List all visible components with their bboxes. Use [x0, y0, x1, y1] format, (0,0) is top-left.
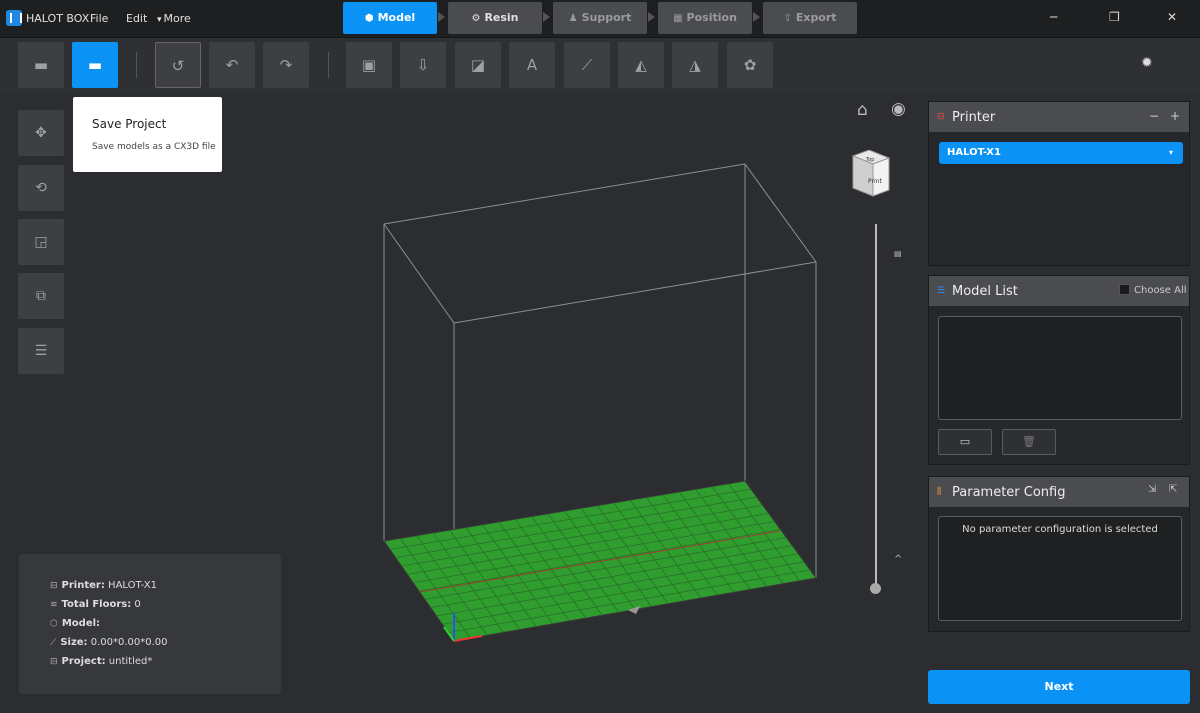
parameter-config-panel: ⫼ Parameter Config ⇲ ⇱ No parameter conf…	[928, 476, 1190, 632]
info-floors-row: ≋ Total Floors: 0	[50, 599, 141, 610]
cube-icon: ⬡	[50, 619, 58, 629]
project-icon: ⊟	[50, 657, 58, 667]
printer-panel-header: ⊟ Printer − +	[929, 102, 1189, 132]
parameter-empty-message: No parameter configuration is selected	[962, 524, 1158, 535]
info-floors-label: Total Floors:	[61, 599, 132, 610]
import-config-icon[interactable]: ⇲	[1148, 484, 1156, 495]
delete-model-button[interactable]: 🗑	[1002, 429, 1056, 455]
layer-top-icon: ▤	[894, 249, 902, 258]
printer-panel: ⊟ Printer − + HALOT-X1 ▾	[928, 101, 1190, 266]
right-panel: ⊟ Printer − + HALOT-X1 ▾ ☰ Model List Cho…	[928, 101, 1190, 632]
info-floors-value: 0	[134, 599, 141, 610]
info-project-row: ⊟ Project: untitled*	[50, 656, 152, 667]
home-icon[interactable]: ⌂	[857, 100, 868, 120]
tooltip: Save Project Save models as a CX3D file	[73, 97, 222, 172]
layers-icon: ≋	[50, 600, 58, 610]
printer-select-value: HALOT-X1	[947, 147, 1001, 158]
info-project-value: untitled*	[108, 656, 153, 667]
viewcube-front-label: Print	[868, 178, 882, 185]
info-model-label: Model:	[61, 618, 101, 629]
info-size-value: 0.00*0.00*0.00	[90, 637, 168, 648]
trash-icon: 🗑	[1022, 435, 1036, 448]
choose-all-label: Choose All	[1134, 285, 1187, 296]
info-model-row: ⬡ Model:	[50, 618, 100, 629]
folder-icon: ▭	[959, 435, 971, 448]
model-list-title: Model List	[952, 284, 1018, 299]
info-printer-row: ⊟ Printer: HALOT-X1	[50, 580, 157, 591]
view-cube[interactable]: Top Print	[849, 150, 893, 198]
tooltip-description: Save models as a CX3D file	[92, 142, 216, 152]
next-button[interactable]: Next	[928, 670, 1190, 704]
parameter-config-header: ⫼ Parameter Config ⇲ ⇱	[929, 477, 1189, 507]
printer-select[interactable]: HALOT-X1 ▾	[939, 142, 1183, 164]
tooltip-title: Save Project	[92, 117, 167, 131]
viewcube-top-label: Top	[865, 157, 874, 163]
printer-icon: ⊟	[50, 581, 58, 591]
eye-icon[interactable]: ◉	[891, 99, 906, 119]
printer-panel-title: Printer	[952, 110, 996, 125]
layer-slider-thumb[interactable]	[870, 583, 881, 594]
ruler-icon: ⟋	[50, 638, 57, 648]
checkbox-icon	[1119, 284, 1130, 295]
info-printer-label: Printer:	[61, 580, 105, 591]
info-size-label: Size:	[60, 637, 88, 648]
parameter-config-title: Parameter Config	[952, 485, 1066, 500]
info-size-row: ⟋ Size: 0.00*0.00*0.00	[50, 637, 168, 648]
add-printer-button[interactable]: +	[1170, 109, 1180, 123]
choose-all-checkbox[interactable]: Choose All	[1119, 284, 1187, 296]
model-info-panel: ⊟ Printer: HALOT-X1 ≋ Total Floors: 0 ⬡ Mod…	[19, 554, 281, 694]
parameter-config-box: No parameter configuration is selected	[938, 516, 1182, 621]
printer-icon: ⊟	[937, 112, 945, 122]
export-config-icon[interactable]: ⇱	[1169, 484, 1177, 495]
model-list-box[interactable]	[938, 316, 1182, 420]
parameters-icon: ⫼	[937, 487, 942, 497]
layer-slider-track[interactable]	[875, 224, 877, 588]
collapse-button[interactable]: −	[1149, 109, 1159, 123]
chevron-up-icon[interactable]: ^	[894, 554, 902, 565]
model-list-header: ☰ Model List Choose All	[929, 276, 1189, 306]
info-project-label: Project:	[61, 656, 106, 667]
chevron-down-icon: ▾	[1168, 148, 1173, 157]
model-list-panel: ☰ Model List Choose All ▭ 🗑	[928, 275, 1190, 465]
list-icon: ☰	[937, 286, 946, 296]
add-model-button[interactable]: ▭	[938, 429, 992, 455]
info-printer-value: HALOT-X1	[108, 580, 158, 591]
